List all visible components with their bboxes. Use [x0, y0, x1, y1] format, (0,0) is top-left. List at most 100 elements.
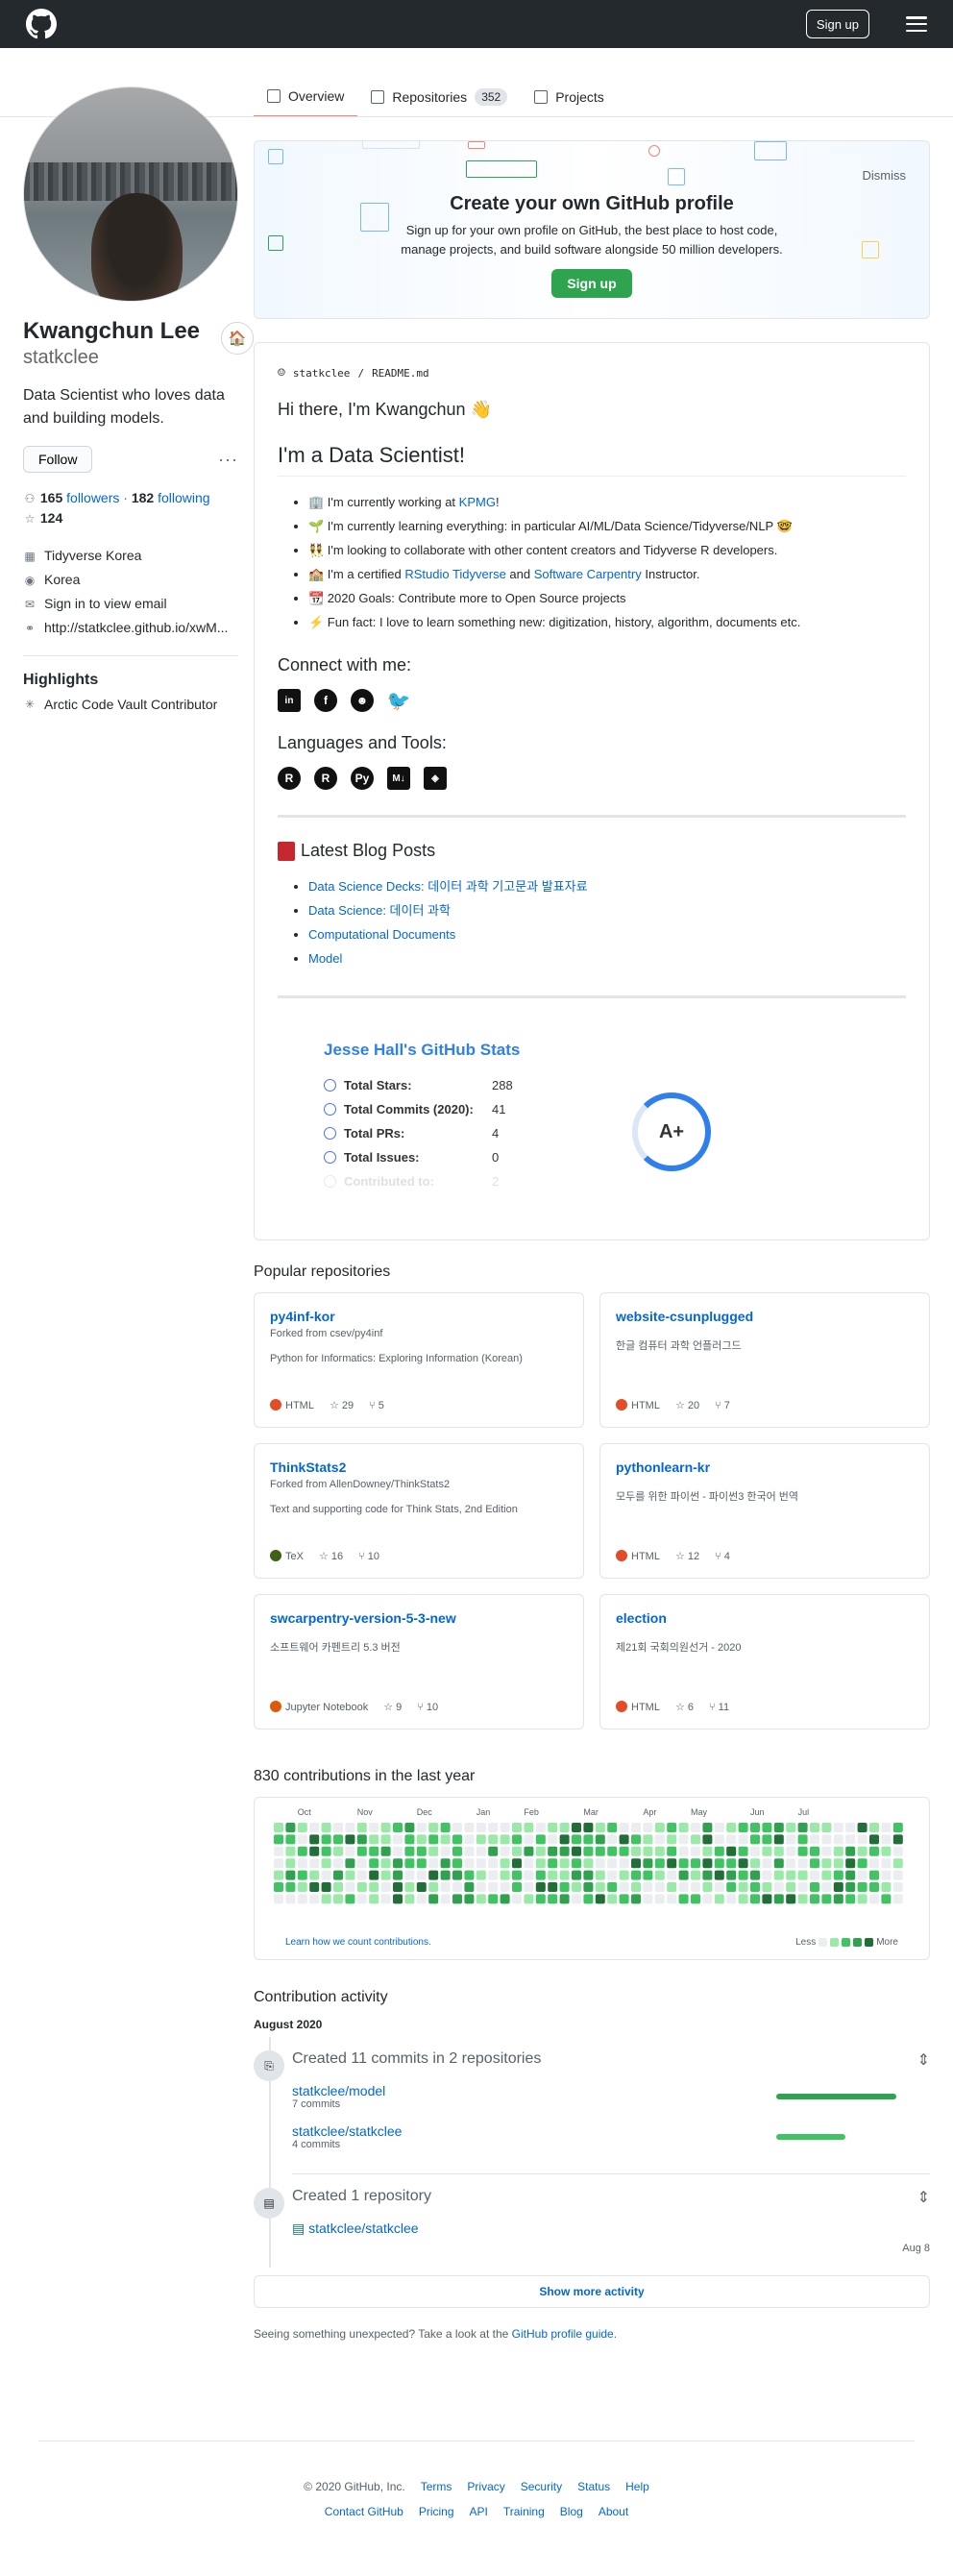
contribution-day[interactable]	[321, 1870, 331, 1880]
status-emoji-icon[interactable]: 🏠	[221, 322, 254, 355]
follow-button[interactable]: Follow	[23, 446, 93, 473]
contribution-day[interactable]	[393, 1858, 403, 1869]
contribution-day[interactable]	[643, 1834, 653, 1845]
contribution-day[interactable]	[274, 1846, 283, 1856]
contribution-day[interactable]	[404, 1858, 415, 1869]
contribution-day[interactable]	[643, 1846, 653, 1856]
contribution-day[interactable]	[845, 1894, 856, 1904]
contribution-day[interactable]	[773, 1882, 784, 1892]
contribution-day[interactable]	[512, 1894, 522, 1904]
contribution-day[interactable]	[762, 1846, 772, 1856]
contribution-day[interactable]	[619, 1894, 629, 1904]
contribution-day[interactable]	[309, 1894, 320, 1904]
contribution-day[interactable]	[702, 1894, 713, 1904]
blog-post-link[interactable]: Data Science: 데이터 과학	[308, 903, 451, 918]
contribution-day[interactable]	[833, 1870, 843, 1880]
commit-repo-link[interactable]: statkclee/model	[292, 2083, 385, 2098]
contribution-day[interactable]	[274, 1894, 283, 1904]
contribution-day[interactable]	[654, 1846, 665, 1856]
contribution-day[interactable]	[833, 1846, 843, 1856]
contribution-day[interactable]	[654, 1834, 665, 1845]
contribution-day[interactable]	[500, 1834, 510, 1845]
contribution-day[interactable]	[572, 1870, 581, 1880]
blog-post-link[interactable]: Model	[308, 951, 342, 966]
contribution-day[interactable]	[869, 1823, 879, 1832]
contribution-day[interactable]	[857, 1858, 867, 1869]
website-link[interactable]: http://statkclee.github.io/xwM...	[44, 616, 228, 640]
contribution-day[interactable]	[583, 1846, 594, 1856]
contribution-day[interactable]	[572, 1894, 581, 1904]
contribution-day[interactable]	[797, 1870, 808, 1880]
contribution-day[interactable]	[678, 1894, 689, 1904]
contribution-day[interactable]	[297, 1882, 307, 1892]
collapse-icon[interactable]: ⇕	[917, 2050, 930, 2070]
contribution-day[interactable]	[333, 1846, 343, 1856]
contribution-day[interactable]	[810, 1858, 819, 1869]
contribution-day[interactable]	[380, 1870, 391, 1880]
contribution-day[interactable]	[678, 1870, 689, 1880]
contribution-day[interactable]	[297, 1870, 307, 1880]
contribution-day[interactable]	[345, 1834, 355, 1845]
contribution-day[interactable]	[285, 1894, 296, 1904]
contribution-day[interactable]	[524, 1846, 534, 1856]
contribution-day[interactable]	[274, 1882, 283, 1892]
contribution-day[interactable]	[583, 1823, 594, 1832]
contribution-day[interactable]	[452, 1823, 462, 1832]
repo-forks-link[interactable]: ⑂ 10	[358, 1551, 379, 1562]
contribution-day[interactable]	[845, 1858, 856, 1869]
contribution-day[interactable]	[667, 1870, 677, 1880]
contribution-day[interactable]	[750, 1882, 760, 1892]
contribution-day[interactable]	[631, 1858, 641, 1869]
contribution-day[interactable]	[773, 1823, 784, 1832]
contribution-day[interactable]	[572, 1823, 581, 1832]
contribution-day[interactable]	[380, 1894, 391, 1904]
contribution-day[interactable]	[393, 1882, 403, 1892]
contribution-day[interactable]	[440, 1870, 451, 1880]
contribution-day[interactable]	[393, 1894, 403, 1904]
contribution-day[interactable]	[369, 1882, 379, 1892]
contribution-day[interactable]	[333, 1823, 343, 1832]
contribution-day[interactable]	[869, 1894, 879, 1904]
contribution-day[interactable]	[333, 1882, 343, 1892]
contribution-day[interactable]	[595, 1846, 605, 1856]
contribution-day[interactable]	[464, 1823, 475, 1832]
contribution-day[interactable]	[762, 1894, 772, 1904]
contribution-day[interactable]	[428, 1858, 439, 1869]
email-signin-link[interactable]: Sign in to view email	[44, 592, 167, 616]
contribution-day[interactable]	[833, 1823, 843, 1832]
contribution-day[interactable]	[428, 1846, 439, 1856]
repo-stars-link[interactable]: ☆ 9	[383, 1701, 402, 1713]
contribution-day[interactable]	[548, 1894, 558, 1904]
contribution-day[interactable]	[810, 1834, 819, 1845]
repo-name-link[interactable]: website-csunplugged	[616, 1309, 753, 1324]
dismiss-button[interactable]: Dismiss	[863, 168, 907, 183]
contribution-day[interactable]	[678, 1834, 689, 1845]
contribution-day[interactable]	[881, 1894, 892, 1904]
contribution-day[interactable]	[857, 1870, 867, 1880]
repo-stars-link[interactable]: ☆ 20	[675, 1399, 699, 1411]
contribution-day[interactable]	[583, 1834, 594, 1845]
contribution-day[interactable]	[572, 1834, 581, 1845]
contribution-day[interactable]	[691, 1894, 700, 1904]
contribution-day[interactable]	[738, 1846, 748, 1856]
repo-forks-link[interactable]: ⑂ 5	[369, 1400, 384, 1411]
contribution-day[interactable]	[535, 1882, 546, 1892]
contribution-day[interactable]	[773, 1858, 784, 1869]
github-logo-icon[interactable]	[26, 9, 57, 39]
contribution-day[interactable]	[762, 1823, 772, 1832]
footer-link[interactable]: Help	[625, 2480, 649, 2493]
contribution-day[interactable]	[476, 1823, 486, 1832]
repo-name-link[interactable]: election	[616, 1610, 667, 1626]
contribution-day[interactable]	[356, 1834, 367, 1845]
contribution-day[interactable]	[654, 1870, 665, 1880]
contribution-day[interactable]	[726, 1858, 737, 1869]
contribution-day[interactable]	[428, 1834, 439, 1845]
contribution-day[interactable]	[702, 1846, 713, 1856]
contribution-day[interactable]	[797, 1858, 808, 1869]
contribution-day[interactable]	[869, 1870, 879, 1880]
contribution-day[interactable]	[535, 1823, 546, 1832]
contribution-day[interactable]	[404, 1882, 415, 1892]
contribution-day[interactable]	[309, 1882, 320, 1892]
contribution-day[interactable]	[750, 1846, 760, 1856]
contribution-day[interactable]	[857, 1823, 867, 1832]
